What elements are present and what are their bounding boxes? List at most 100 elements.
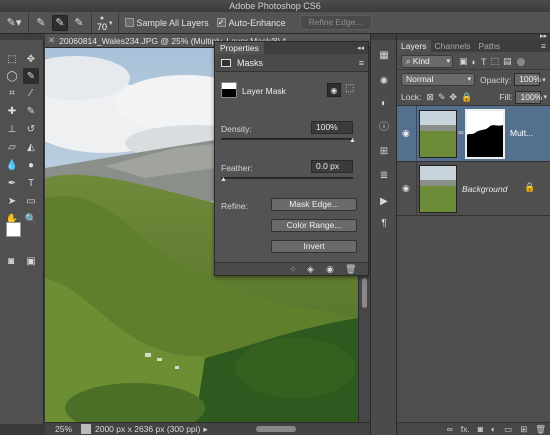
load-selection-icon[interactable]: ⁘ [289,264,297,275]
shape-tool-icon[interactable]: ▭ [24,194,38,208]
tab-paths[interactable]: Paths [474,40,504,52]
lock-image-icon[interactable]: ✎ [438,92,446,103]
delete-layer-icon[interactable]: 🗑 [535,424,546,435]
clone-stamp-tool-icon[interactable]: ⊥ [5,122,19,136]
quick-mask-icon[interactable]: ◙ [4,254,18,268]
history-panel-icon[interactable]: ▦ [377,48,391,62]
tab-layers[interactable]: Layers [397,40,431,52]
layer-style-icon[interactable]: fx. [461,424,470,434]
eye-visibility-icon[interactable]: ◉ [402,128,410,139]
add-vector-mask-icon[interactable]: ⬚ [345,83,354,94]
feather-field[interactable]: 0.0 px [311,160,353,173]
select-pixel-mask-icon[interactable]: ◉ [327,83,341,97]
refine-edge-button[interactable]: Refine Edge... [299,15,372,30]
new-group-icon[interactable]: ▭ [504,424,512,435]
history-brush-tool-icon[interactable]: ↺ [24,122,38,136]
eyedropper-tool-icon[interactable]: ⁄ [24,86,38,100]
close-document-icon[interactable]: ✕ [48,35,55,46]
paint-bucket-tool-icon[interactable]: ◭ [24,140,38,154]
auto-enhance-checkbox[interactable]: ✓ [216,18,226,27]
new-adjustment-layer-icon[interactable]: ◐ [491,424,496,434]
sample-all-layers-checkbox[interactable] [124,18,134,27]
lock-transparent-icon[interactable]: ⊠ [426,92,434,103]
invert-button[interactable]: Invert [271,240,357,253]
collapse-dock-icon[interactable]: ▸▸ [540,32,547,40]
pen-tool-icon[interactable]: ✒ [5,176,19,190]
tools-panel-header[interactable] [0,34,44,40]
document-info-menu-icon[interactable]: ▸ [203,424,207,435]
info-panel-icon[interactable]: ⓘ [377,118,391,133]
layer-thumbnail[interactable] [419,110,457,158]
opacity-dropdown-icon[interactable]: ▾ [542,76,546,84]
link-layers-icon[interactable]: ∞ [447,424,453,434]
filter-pixel-icon[interactable]: ▣ [459,56,468,67]
feather-slider-track[interactable] [221,177,353,179]
apply-mask-icon[interactable]: ◈ [307,264,314,275]
filter-adjustment-icon[interactable]: ◐ [472,57,477,67]
eraser-tool-icon[interactable]: ▱ [5,140,19,154]
healing-brush-tool-icon[interactable]: ✚ [5,104,19,118]
blend-mode-select[interactable]: Normal ▾ [401,73,475,86]
marquee-tool-icon[interactable]: ⬚ [5,52,19,66]
new-selection-brush-icon[interactable]: ✎ [33,15,49,31]
layer-row-background[interactable]: ◉ Background 🔒 [397,162,550,216]
feather-slider-handle[interactable]: ▲ [220,176,227,183]
brush-picker[interactable]: ● 70 [97,15,107,32]
filter-toggle-icon[interactable] [517,57,526,66]
delete-mask-icon[interactable]: 🗑 [345,264,356,275]
density-field[interactable]: 100% [311,121,353,134]
density-slider-track[interactable] [221,138,353,140]
lock-all-icon[interactable]: 🔒 [461,92,472,103]
horizontal-scrollbar[interactable] [216,425,366,433]
crop-tool-icon[interactable]: ⌗ [5,86,19,100]
filter-kind-select[interactable]: ⌕ Kind ▾ [401,55,453,68]
adjustments-panel-icon[interactable]: ✺ [377,74,391,88]
mask-link-icon[interactable]: ∞ [458,128,464,137]
layer-thumbnail[interactable] [419,165,457,213]
quick-selection-tool-icon[interactable]: ✎ [23,68,39,84]
paragraph-panel-icon[interactable]: ¶ [377,216,391,230]
disable-mask-icon[interactable]: ◉ [326,264,334,275]
layer-row-multiply[interactable]: ◉ ∞ Mult... [397,106,550,162]
icon-strip-header[interactable] [371,34,396,40]
brush-picker-arrow-icon[interactable]: ▾ [109,19,113,27]
tab-channels[interactable]: Channels [431,40,475,52]
quick-selection-tool-preset-icon[interactable]: ✎▾ [6,15,22,31]
color-range-button[interactable]: Color Range... [271,219,357,232]
lasso-tool-icon[interactable]: ◯ [5,69,19,83]
zoom-level[interactable]: 25% [45,424,81,434]
fill-field[interactable]: 100% [515,90,542,104]
brush-presets-panel-icon[interactable]: ⊞ [377,144,391,158]
subtract-from-selection-brush-icon[interactable]: ✎ [71,15,87,31]
properties-menu-icon[interactable]: ≡ [359,58,364,68]
brush-tool-icon[interactable]: ✎ [24,104,38,118]
add-to-selection-brush-icon[interactable]: ✎ [52,14,68,31]
filter-type-icon[interactable]: T [481,57,487,67]
density-slider-handle[interactable]: ▲ [349,137,356,144]
new-layer-icon[interactable]: ⊞ [520,424,527,435]
layers-panel-menu-icon[interactable]: ≡ [541,40,546,52]
eye-visibility-icon[interactable]: ◉ [402,183,410,194]
dodge-tool-icon[interactable]: ● [24,158,38,172]
zoom-tool-icon[interactable]: 🔍 [24,212,38,226]
foreground-color-swatch[interactable] [6,222,21,237]
filter-smart-object-icon[interactable]: ▤ [503,56,512,67]
actions-panel-icon[interactable]: ▶ [377,194,391,208]
properties-panel-header[interactable]: Properties ◂◂ [215,42,368,54]
scrollbar-thumb[interactable] [362,278,367,308]
fill-dropdown-icon[interactable]: ▾ [543,93,547,101]
add-mask-icon[interactable]: ◙ [478,424,483,434]
path-selection-tool-icon[interactable]: ➤ [5,194,19,208]
mask-edge-button[interactable]: Mask Edge... [271,198,357,211]
layer-mask-thumbnail[interactable] [465,109,505,159]
lock-position-icon[interactable]: ✥ [449,92,457,103]
horizontal-scrollbar-thumb[interactable] [255,426,296,432]
swatches-panel-icon[interactable]: ≣ [377,168,391,182]
properties-panel-icon[interactable]: ◐ [377,96,391,110]
collapse-panel-icon[interactable]: ◂◂ [357,44,364,52]
screen-mode-icon[interactable]: ▣ [24,254,38,268]
blur-tool-icon[interactable]: 💧 [5,158,19,172]
filter-shape-icon[interactable]: ⬚ [490,56,499,67]
type-tool-icon[interactable]: T [24,176,38,190]
opacity-field[interactable]: 100% [514,73,541,86]
